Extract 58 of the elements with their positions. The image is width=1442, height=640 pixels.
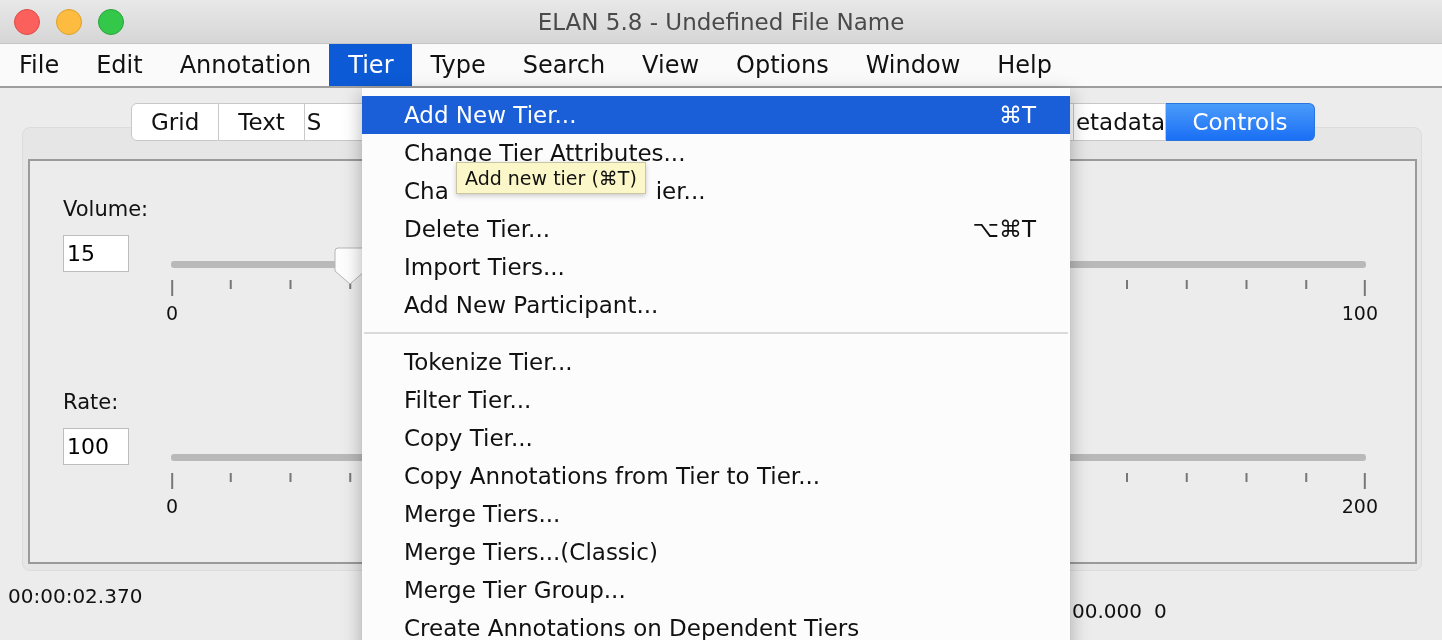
- menu-item[interactable]: Edit: [77, 44, 161, 86]
- menu-item[interactable]: Annotation: [160, 44, 330, 86]
- tick-label: 200: [1341, 495, 1378, 517]
- tab[interactable]: etadata: [1073, 103, 1166, 141]
- menu-entry[interactable]: Merge Tier Group...: [362, 571, 1070, 609]
- menu-entry-label: Create Annotations on Dependent Tiers: [404, 615, 860, 640]
- value-field[interactable]: 100: [63, 428, 129, 465]
- menu-entry-label: Merge Tiers...: [404, 501, 561, 527]
- menu-entry-label: Copy Tier...: [404, 425, 533, 451]
- shortcut-label: ⌥⌘T: [972, 216, 1036, 242]
- menu-entry[interactable]: Copy Annotations from Tier to Tier...: [362, 457, 1070, 495]
- menu-entry-label: Merge Tiers...(Classic): [404, 539, 658, 565]
- tick-label: 0: [166, 302, 179, 324]
- menu-entry[interactable]: Import Tiers...: [362, 248, 1070, 286]
- menu-item[interactable]: File: [0, 44, 78, 86]
- tab[interactable]: Text: [219, 103, 305, 141]
- menu-entry[interactable]: Tokenize Tier...: [362, 343, 1070, 381]
- value-field[interactable]: 15: [63, 235, 129, 272]
- menu-item[interactable]: View: [623, 44, 718, 86]
- menu-entry[interactable]: Create Annotations on Dependent Tiers: [362, 609, 1070, 640]
- menu-entry-label: Filter Tier...: [404, 387, 532, 413]
- window-title: ELAN 5.8 - Undefined File Name: [537, 8, 905, 35]
- menu-item[interactable]: Type: [411, 44, 504, 86]
- tick-label: 100: [1341, 302, 1378, 324]
- menu-entry[interactable]: Copy Tier...: [362, 419, 1070, 457]
- menu-entry-label: Copy Annotations from Tier to Tier...: [404, 463, 821, 489]
- menu-entry-label: Add New Participant...: [404, 292, 659, 318]
- menu-item[interactable]: Search: [503, 44, 624, 86]
- menu-entry-label: Delete Tier...: [404, 216, 551, 242]
- time-readout: 00:00:02.370: [8, 584, 143, 608]
- tab[interactable]: Grid: [131, 103, 220, 141]
- tick-label: 0: [166, 495, 179, 517]
- menu-entry[interactable]: Add New Participant...: [362, 286, 1070, 324]
- slider-label: Rate:: [63, 390, 119, 414]
- menu-entry[interactable]: ier...: [655, 178, 706, 204]
- menu-item[interactable]: Help: [978, 44, 1070, 86]
- minimize-button[interactable]: [56, 8, 82, 35]
- menu-entry-label: Tokenize Tier...: [404, 349, 573, 375]
- tooltip: Add new tier (⌘T): [456, 162, 646, 194]
- menu-entry[interactable]: Merge Tiers...(Classic): [362, 533, 1070, 571]
- menu-item[interactable]: Options: [717, 44, 847, 86]
- menu-entry-label: Import Tiers...: [404, 254, 565, 280]
- menu-entry-label: Merge Tier Group...: [404, 577, 626, 603]
- menu-entry[interactable]: Delete Tier... ⌥⌘T: [362, 210, 1070, 248]
- selection-readout: 00.000: [1072, 599, 1142, 623]
- selection-count: 0: [1154, 599, 1167, 623]
- menu-entry[interactable]: Add New Tier... ⌘T: [362, 96, 1070, 134]
- menu-entry[interactable]: Filter Tier...: [362, 381, 1070, 419]
- menu-entry-label: Add New Tier...: [404, 102, 577, 128]
- shortcut-label: ⌘T: [998, 102, 1036, 128]
- zoom-button[interactable]: [98, 8, 124, 35]
- slider-label: Volume:: [63, 197, 149, 221]
- close-button[interactable]: [14, 8, 40, 35]
- menu-item[interactable]: Window: [846, 44, 979, 86]
- menu-entry[interactable]: Cha: [404, 178, 449, 204]
- menu-item[interactable]: Tier: [329, 44, 412, 86]
- tab[interactable]: Controls: [1166, 103, 1315, 141]
- menu-entry[interactable]: Merge Tiers...: [362, 495, 1070, 533]
